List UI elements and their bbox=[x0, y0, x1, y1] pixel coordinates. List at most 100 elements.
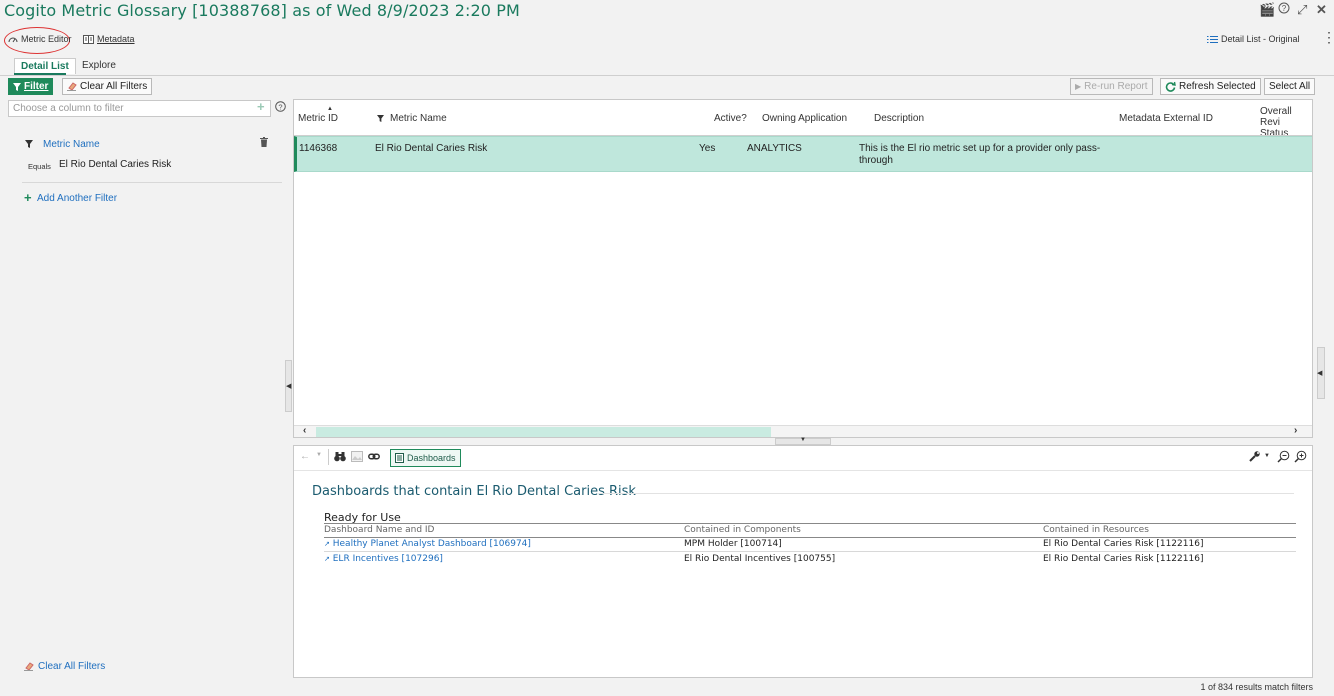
dashboard-resource: El Rio Dental Caries Risk [1122116] bbox=[1043, 554, 1204, 564]
wrench-dropdown-icon[interactable]: ▼ bbox=[1264, 453, 1270, 459]
scrollbar-thumb[interactable] bbox=[316, 427, 771, 437]
detail-list-view-selector[interactable]: Detail List - Original bbox=[1207, 34, 1300, 44]
title-bar: Cogito Metric Glossary [10388768] as of … bbox=[0, 0, 1334, 22]
funnel-icon bbox=[13, 82, 21, 91]
image-icon[interactable] bbox=[351, 451, 363, 462]
scroll-left-icon[interactable]: ‹ bbox=[303, 425, 306, 436]
metadata-label: Metadata bbox=[97, 34, 135, 44]
col-header-metric-id[interactable]: Metric ID bbox=[298, 100, 338, 136]
clapper-icon[interactable]: 🎬 bbox=[1259, 2, 1275, 18]
popout-icon[interactable]: ⤢ bbox=[1297, 2, 1307, 18]
trash-icon[interactable] bbox=[260, 137, 268, 147]
cell-metric-name: El Rio Dental Caries Risk bbox=[375, 143, 488, 154]
dashboard-name: Healthy Planet Analyst Dashboard [106974… bbox=[332, 539, 531, 549]
dashboards-tab-label: Dashboards bbox=[407, 453, 456, 463]
scroll-right-icon[interactable]: › bbox=[1294, 425, 1297, 436]
eraser-icon-bottom bbox=[24, 662, 34, 671]
more-menu-icon[interactable]: ⋮ bbox=[1322, 30, 1334, 44]
gauge-icon bbox=[8, 37, 18, 43]
pane-toolbar-divider bbox=[294, 470, 1312, 471]
add-another-filter-link[interactable]: Add Another Filter bbox=[37, 193, 117, 204]
filter-field-name[interactable]: Metric Name bbox=[43, 139, 100, 150]
heading-rule bbox=[599, 493, 1294, 494]
rerun-report-button[interactable]: ▶ Re-run Report bbox=[1070, 78, 1153, 95]
col-header-metric-name[interactable]: Metric Name bbox=[390, 100, 447, 136]
binoculars-icon[interactable] bbox=[334, 451, 346, 462]
dashboard-resource: El Rio Dental Caries Risk [1122116] bbox=[1043, 539, 1204, 549]
rerun-report-label: Re-run Report bbox=[1084, 81, 1148, 92]
col-header-owning-application[interactable]: Owning Application bbox=[762, 100, 847, 136]
filter-button[interactable]: Filter bbox=[8, 78, 54, 95]
col-header-resources: Contained in Resources bbox=[1043, 525, 1149, 535]
cell-active: Yes bbox=[699, 143, 716, 154]
collapse-left-icon[interactable]: ◀ bbox=[286, 382, 291, 390]
col-header-description[interactable]: Description bbox=[874, 100, 924, 136]
filter-divider bbox=[22, 182, 282, 183]
metadata-button[interactable]: Metadata bbox=[83, 34, 135, 44]
toolbar-divider bbox=[328, 449, 329, 465]
filter-operator: Equals bbox=[28, 162, 51, 171]
wrench-icon[interactable] bbox=[1249, 451, 1261, 462]
dashboards-heading: Dashboards that contain El Rio Dental Ca… bbox=[312, 484, 636, 499]
dashboard-link[interactable]: ↗ Healthy Planet Analyst Dashboard [1069… bbox=[324, 539, 531, 549]
metric-editor-button[interactable]: Metric Editor bbox=[8, 34, 72, 44]
dashboards-pane: ← ▼ Dashboards ▼ Dashboards that contain… bbox=[293, 445, 1313, 678]
back-arrow-icon[interactable]: ← bbox=[300, 451, 310, 462]
select-all-button[interactable]: Select All bbox=[1264, 78, 1316, 95]
add-column-icon[interactable]: + bbox=[257, 100, 265, 113]
play-icon: ▶ bbox=[1075, 82, 1082, 91]
detail-list-label: Detail List - Original bbox=[1221, 34, 1300, 44]
zoom-out-icon[interactable] bbox=[1277, 450, 1290, 463]
col-header-active[interactable]: Active? bbox=[714, 100, 747, 136]
overall-review-line1: Overall Revi bbox=[1260, 106, 1292, 128]
clear-all-filters-link[interactable]: Clear All Filters bbox=[38, 661, 105, 672]
dashboard-icon bbox=[395, 453, 404, 463]
back-dropdown-icon[interactable]: ▼ bbox=[316, 452, 322, 458]
col-header-dashboard-name: Dashboard Name and ID bbox=[324, 525, 435, 535]
table-header-rule bbox=[324, 537, 1296, 538]
list-icon bbox=[1207, 35, 1218, 43]
col-header-components: Contained in Components bbox=[684, 525, 801, 535]
dashboards-tab-button[interactable]: Dashboards bbox=[390, 449, 461, 467]
close-icon[interactable]: ✕ bbox=[1316, 2, 1327, 18]
description-line1: This is the El rio metric set up for a p… bbox=[859, 143, 1101, 154]
plus-icon: + bbox=[24, 190, 32, 205]
description-line2: through bbox=[859, 155, 893, 166]
window-title: Cogito Metric Glossary [10388768] as of … bbox=[4, 1, 520, 20]
cell-owning-application: ANALYTICS bbox=[747, 143, 802, 154]
collapse-down-icon[interactable]: ▼ bbox=[800, 437, 806, 443]
tab-divider bbox=[0, 75, 1334, 76]
col-header-metadata-external-id[interactable]: Metadata External ID bbox=[1119, 100, 1213, 136]
results-count: 1 of 834 results match filters bbox=[1200, 682, 1313, 692]
table-row[interactable]: 1146368 El Rio Dental Caries Risk Yes AN… bbox=[294, 136, 1312, 172]
clear-all-filters-button[interactable]: Clear All Filters bbox=[62, 78, 153, 95]
collapse-right-icon[interactable]: ◀ bbox=[1317, 369, 1322, 377]
cell-metric-id: 1146368 bbox=[299, 143, 338, 154]
help-circle-icon[interactable]: ? bbox=[275, 101, 286, 112]
eraser-icon bbox=[67, 82, 77, 91]
metric-editor-label: Metric Editor bbox=[21, 34, 72, 44]
dashboard-component: El Rio Dental Incentives [100755] bbox=[684, 554, 836, 564]
column-filter-input[interactable]: Choose a column to filter bbox=[8, 100, 271, 117]
dashboard-name: ELR Incentives [107296] bbox=[332, 554, 443, 564]
tab-detail-list[interactable]: Detail List bbox=[14, 58, 76, 74]
metric-grid: ▲ Metric ID Metric Name Active? Owning A… bbox=[293, 99, 1313, 438]
svg-text:?: ? bbox=[1282, 4, 1287, 13]
dashboard-link[interactable]: ↗ ELR Incentives [107296] bbox=[324, 554, 443, 564]
tab-explore[interactable]: Explore bbox=[76, 58, 122, 74]
filter-label: Filter bbox=[24, 81, 49, 92]
link-icon[interactable] bbox=[368, 451, 380, 462]
refresh-icon bbox=[1165, 81, 1176, 92]
horizontal-scrollbar[interactable]: ‹ › bbox=[294, 425, 1312, 437]
help-icon[interactable]: ? bbox=[1278, 2, 1290, 14]
clear-all-filters-label: Clear All Filters bbox=[80, 81, 148, 92]
link-arrow-icon: ↗ bbox=[324, 555, 330, 563]
table-top-rule bbox=[324, 523, 1296, 524]
dashboard-component: MPM Holder [100714] bbox=[684, 539, 782, 549]
zoom-in-icon[interactable] bbox=[1294, 450, 1307, 463]
filter-value: El Rio Dental Caries Risk bbox=[59, 159, 172, 170]
column-filter-icon bbox=[377, 115, 384, 122]
refresh-selected-button[interactable]: Refresh Selected bbox=[1160, 78, 1261, 95]
filter-funnel-icon bbox=[25, 140, 33, 148]
select-all-label: Select All bbox=[1269, 81, 1311, 92]
